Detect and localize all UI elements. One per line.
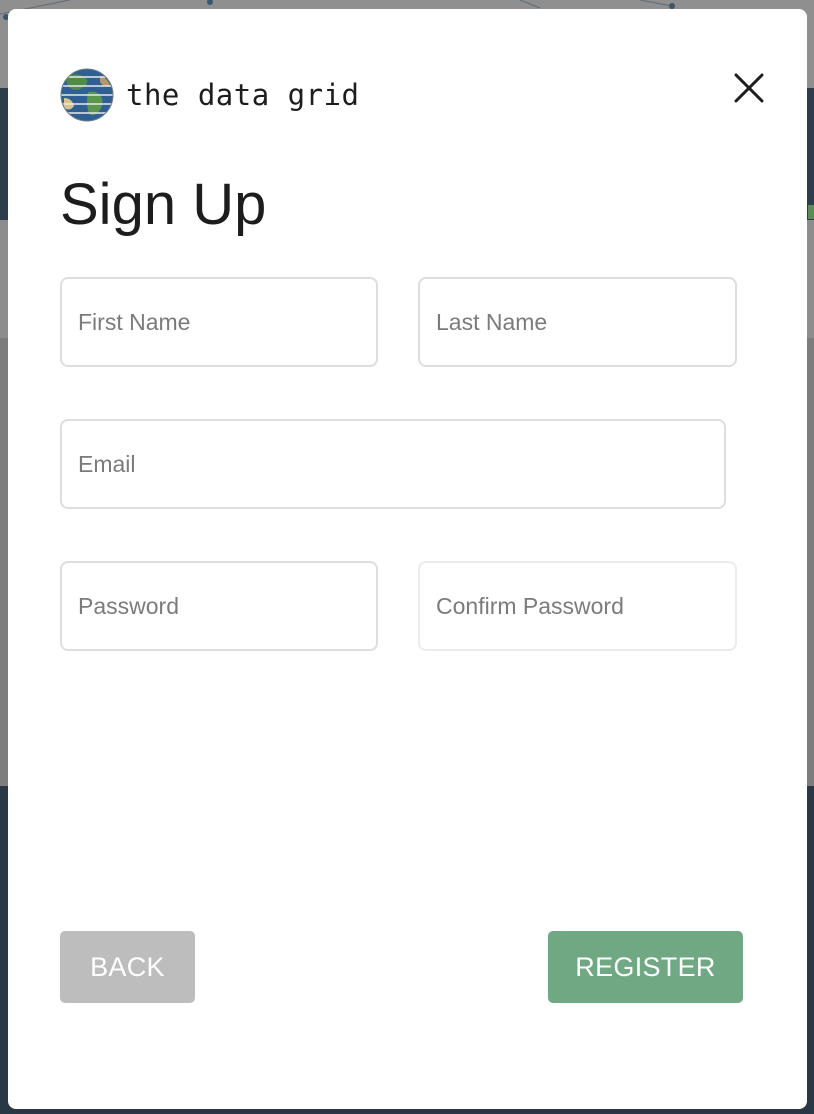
email-input[interactable] <box>60 419 726 509</box>
password-input[interactable] <box>60 561 378 651</box>
close-button[interactable] <box>730 69 768 107</box>
brand-name: the data grid <box>126 78 360 112</box>
close-icon <box>734 73 764 103</box>
brand-logo[interactable]: the data grid <box>60 68 359 122</box>
globe-icon <box>60 68 114 122</box>
page-title: Sign Up <box>60 172 267 237</box>
first-name-input[interactable] <box>60 277 378 367</box>
back-button[interactable]: BACK <box>60 931 195 1003</box>
last-name-input[interactable] <box>418 277 737 367</box>
signup-modal: the data grid Sign Up BACK REGISTER <box>8 9 807 1109</box>
register-button[interactable]: REGISTER <box>548 931 743 1003</box>
confirm-password-input[interactable] <box>418 561 737 651</box>
background-accent <box>808 205 814 219</box>
